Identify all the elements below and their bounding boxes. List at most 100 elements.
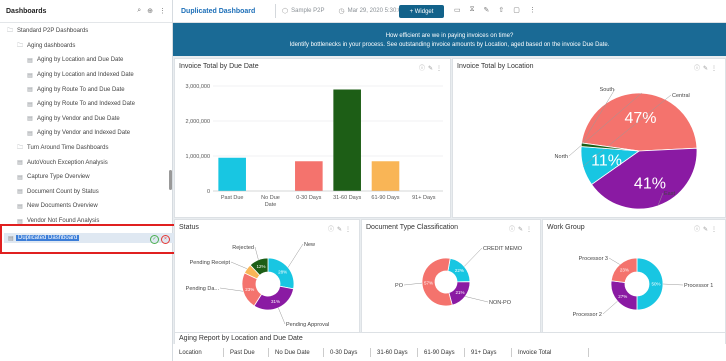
leader-line bbox=[219, 287, 244, 292]
copy-icon[interactable]: ▭ bbox=[454, 6, 461, 14]
tree-item-label: Aging by Vendor and Indexed Date bbox=[37, 130, 131, 137]
slice-percent-label: 11% bbox=[591, 153, 622, 170]
dashboard-icon: ▤ bbox=[27, 87, 33, 94]
dashboard-icon: ▤ bbox=[17, 203, 23, 210]
panel-aging-report: Aging Report by Location and Due Date bbox=[174, 332, 726, 344]
tree-item-label: Turn Around Time Dashboards bbox=[27, 145, 109, 152]
tree-item-label: New Documents Overview bbox=[27, 203, 98, 210]
dashboard-toolbar: Duplicated Dashboard ⬡ Sample P2P ◷ Mar … bbox=[173, 0, 726, 23]
datasource-label[interactable]: Sample P2P bbox=[291, 8, 324, 14]
panel-title: Invoice Total by Due Date bbox=[179, 63, 259, 70]
x-tick-label: Past Due bbox=[221, 195, 244, 201]
column-header[interactable]: 61-90 Days bbox=[418, 348, 465, 357]
share-icon[interactable]: ⇧ bbox=[498, 6, 504, 14]
clock-icon: ◷ bbox=[338, 8, 345, 15]
bar-chart: 3,000,000 2,000,000 1,000,000 0 Past Due No D… bbox=[186, 84, 443, 208]
dashboard-icon: ▤ bbox=[17, 160, 23, 167]
tree-item[interactable]: ▤ New Documents Overview bbox=[0, 199, 172, 214]
panel-actions-icon[interactable]: ⓘ✎⋮ bbox=[694, 63, 720, 72]
sidebar-scrollbar[interactable] bbox=[169, 170, 172, 190]
dashboards-sidebar: Dashboards ⌕ ⊕ ⋮ 🗀 Standard P2P Dashboard… bbox=[0, 0, 173, 361]
filter-icon[interactable]: ⧖ bbox=[470, 6, 475, 14]
slice-name-label: Pending Approval bbox=[286, 322, 329, 328]
leader-line bbox=[465, 296, 489, 303]
slice-name-label: Rejected bbox=[232, 245, 254, 251]
tree-item[interactable]: 🗀 Aging dashboards bbox=[0, 39, 172, 54]
y-tick-label: 1,000,000 bbox=[186, 154, 210, 160]
bar bbox=[333, 89, 361, 191]
tree-item-label: Aging by Location and Indexed Date bbox=[37, 72, 134, 79]
tree-item-label: Capture Type Overview bbox=[27, 174, 90, 181]
leader-line bbox=[602, 301, 618, 315]
leader-line bbox=[278, 307, 286, 325]
slice-percent-label: 57% bbox=[424, 280, 433, 285]
tree-item-label: Aging dashboards bbox=[27, 42, 76, 49]
display-icon[interactable]: ▢ bbox=[513, 6, 520, 14]
x-tick-label: Date bbox=[265, 202, 277, 208]
tree-item[interactable]: ▤ Capture Type Overview bbox=[0, 170, 172, 185]
slice-name-label: North bbox=[555, 154, 568, 160]
column-header[interactable]: 91+ Days bbox=[465, 348, 512, 357]
more-icon[interactable]: ⋮ bbox=[159, 7, 166, 15]
slice-name-label: Processor 1 bbox=[684, 283, 713, 289]
panel-actions-icon[interactable]: ⓘ✎⋮ bbox=[419, 63, 445, 72]
column-header[interactable]: 0-30 Days bbox=[324, 348, 371, 357]
tree-item[interactable]: 🗀 Standard P2P Dashboards bbox=[0, 24, 172, 39]
panel-title: Work Group bbox=[547, 224, 585, 231]
dashboard-icon: ▤ bbox=[27, 72, 33, 79]
slice-name-label: Pending Da... bbox=[186, 286, 220, 292]
column-header[interactable]: 31-60 Days bbox=[371, 348, 418, 357]
tree-item[interactable]: ▤ Document Count by Status bbox=[0, 185, 172, 200]
slice-name-label: Processor 3 bbox=[579, 256, 608, 262]
panel-title: Status bbox=[179, 224, 199, 231]
slice-name-label: New bbox=[304, 242, 315, 248]
panel-doctype: Document Type Classification ⓘ✎⋮ 22% CRED… bbox=[361, 219, 541, 343]
slice-name-label: South bbox=[600, 87, 614, 93]
leader-line bbox=[403, 282, 423, 286]
tree-item[interactable]: ▤ Aging by Route To and Due Date bbox=[0, 82, 172, 97]
search-icon[interactable]: ⌕ bbox=[137, 7, 141, 15]
dashboard-icon: ▤ bbox=[27, 116, 33, 123]
slice-name-label: Pending Receipt bbox=[190, 260, 231, 266]
banner-description: Identify bottlenecks in your process. Se… bbox=[289, 42, 610, 48]
panel-location: Invoice Total by Location ⓘ✎⋮ 47% North 41… bbox=[452, 58, 726, 218]
slice-name-label: NON-PO bbox=[489, 300, 512, 306]
tree-item-label: AutoVouch Exception Analysis bbox=[27, 159, 108, 166]
tree-item[interactable]: ▤ Aging by Location and Indexed Date bbox=[0, 68, 172, 83]
tree-item[interactable]: 🗀 Turn Around Time Dashboards bbox=[0, 141, 172, 156]
x-tick-label: 61-90 Days bbox=[371, 195, 399, 201]
add-widget-button[interactable]: + Widget bbox=[399, 5, 444, 18]
dashboard-icon: ▤ bbox=[17, 189, 23, 196]
panel-title: Invoice Total by Location bbox=[457, 63, 534, 70]
column-header[interactable]: No Due Date bbox=[269, 348, 324, 357]
x-tick-label: 0-30 Days bbox=[296, 195, 321, 201]
x-tick-label: No Due bbox=[261, 195, 280, 201]
column-header[interactable]: Past Due bbox=[224, 348, 269, 357]
x-tick-label: 91+ Days bbox=[412, 195, 436, 201]
location-pie-chart: 47% North 41%East 11% Central South bbox=[555, 87, 698, 210]
column-header[interactable]: Location bbox=[173, 348, 224, 357]
y-tick-label: 2,000,000 bbox=[186, 119, 210, 125]
slice-percent-label: 41% bbox=[634, 175, 666, 192]
edit-icon[interactable]: ✎ bbox=[484, 6, 490, 14]
slice-percent-label: 31% bbox=[271, 299, 280, 304]
tree-item[interactable]: ▤ Aging by Vendor and Due Date bbox=[0, 112, 172, 127]
tree-item[interactable]: ▤ Aging by Vendor and Indexed Date bbox=[0, 126, 172, 141]
slice-name-label: East bbox=[664, 191, 675, 197]
dashboard-tree: 🗀 Standard P2P Dashboards 🗀 Aging dashboard… bbox=[0, 24, 172, 228]
leader-line bbox=[662, 283, 684, 286]
tree-item[interactable]: ▤ Aging by Route To and Indexed Date bbox=[0, 97, 172, 112]
dashboard-icon: ▤ bbox=[27, 57, 33, 64]
tree-item[interactable]: ▤ AutoVouch Exception Analysis bbox=[0, 155, 172, 170]
add-dashboard-icon[interactable]: ⊕ bbox=[147, 7, 153, 15]
tree-item[interactable]: ▤ Aging by Location and Due Date bbox=[0, 53, 172, 68]
more-menu-icon[interactable]: ⋮ bbox=[529, 6, 536, 14]
slice-percent-label: 23% bbox=[620, 267, 629, 272]
tree-item-label: Aging by Route To and Indexed Date bbox=[37, 101, 135, 108]
doctype-donut-chart: 22% CREDIT MEMO 21% NON-PO 57% PO bbox=[395, 246, 523, 307]
column-header[interactable]: Invoice Total bbox=[512, 348, 589, 357]
bar bbox=[295, 161, 323, 191]
tree-item-label: Aging by Route To and Due Date bbox=[37, 86, 125, 93]
tree-item-label: Aging by Vendor and Due Date bbox=[37, 115, 120, 122]
panel-title: Aging Report by Location and Due Date bbox=[179, 335, 303, 342]
